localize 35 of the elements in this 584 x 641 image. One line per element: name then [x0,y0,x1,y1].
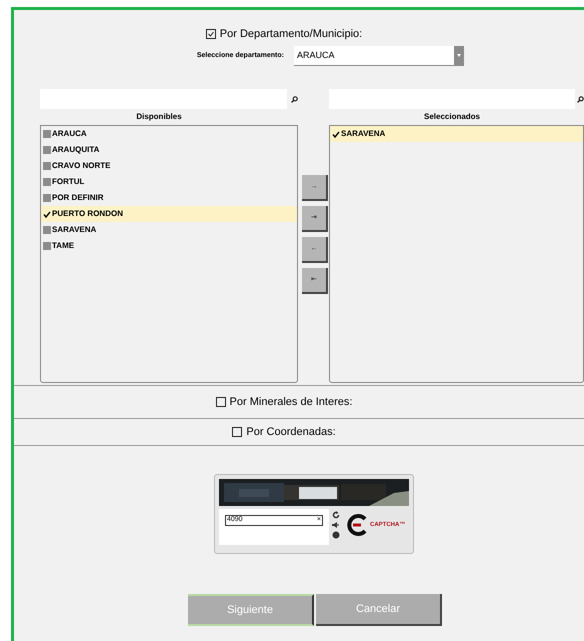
list-item[interactable]: SARAVENA [41,222,297,238]
caret-icon [454,46,464,66]
section-label: Por Coordenadas: [246,424,336,440]
list-item[interactable]: FORTUL [41,174,297,190]
refresh-icon[interactable] [332,511,340,519]
square-icon [43,162,51,170]
dropdown-value: ARAUCA [297,48,336,62]
list-title: Disponibles [135,111,183,123]
square-icon [43,178,51,186]
list-item[interactable]: ARAUQUITA [41,142,297,158]
check-icon [43,210,51,218]
department-dropdown[interactable]: ARAUCA [294,46,464,66]
square-icon [43,242,51,250]
list-title: Seleccionados [422,111,482,123]
speaker-icon[interactable] [332,521,340,529]
list-item[interactable]: ARAUCA [41,126,297,142]
checkbox[interactable] [206,29,216,39]
section-label: Por Departamento/Municipio: [220,26,362,42]
checkbox[interactable] [216,397,226,407]
list-item[interactable]: TAME [41,238,297,254]
square-icon [43,226,51,234]
checkbox[interactable] [232,427,242,437]
search-icon [577,96,584,102]
list-item[interactable]: SARAVENA [330,126,583,142]
search-field[interactable] [329,89,576,109]
square-icon [43,130,51,138]
list-item[interactable]: CRAVO NORTE [41,158,297,174]
square-icon [43,146,51,154]
check-icon [332,130,340,138]
help-icon[interactable] [332,531,340,539]
list-item[interactable]: PUERTO RONDON [41,206,297,222]
list-item[interactable]: POR DEFINIR [41,190,297,206]
section-label: Por Minerales de Interes: [230,394,352,410]
square-icon [43,194,51,202]
search-icon [291,96,298,102]
